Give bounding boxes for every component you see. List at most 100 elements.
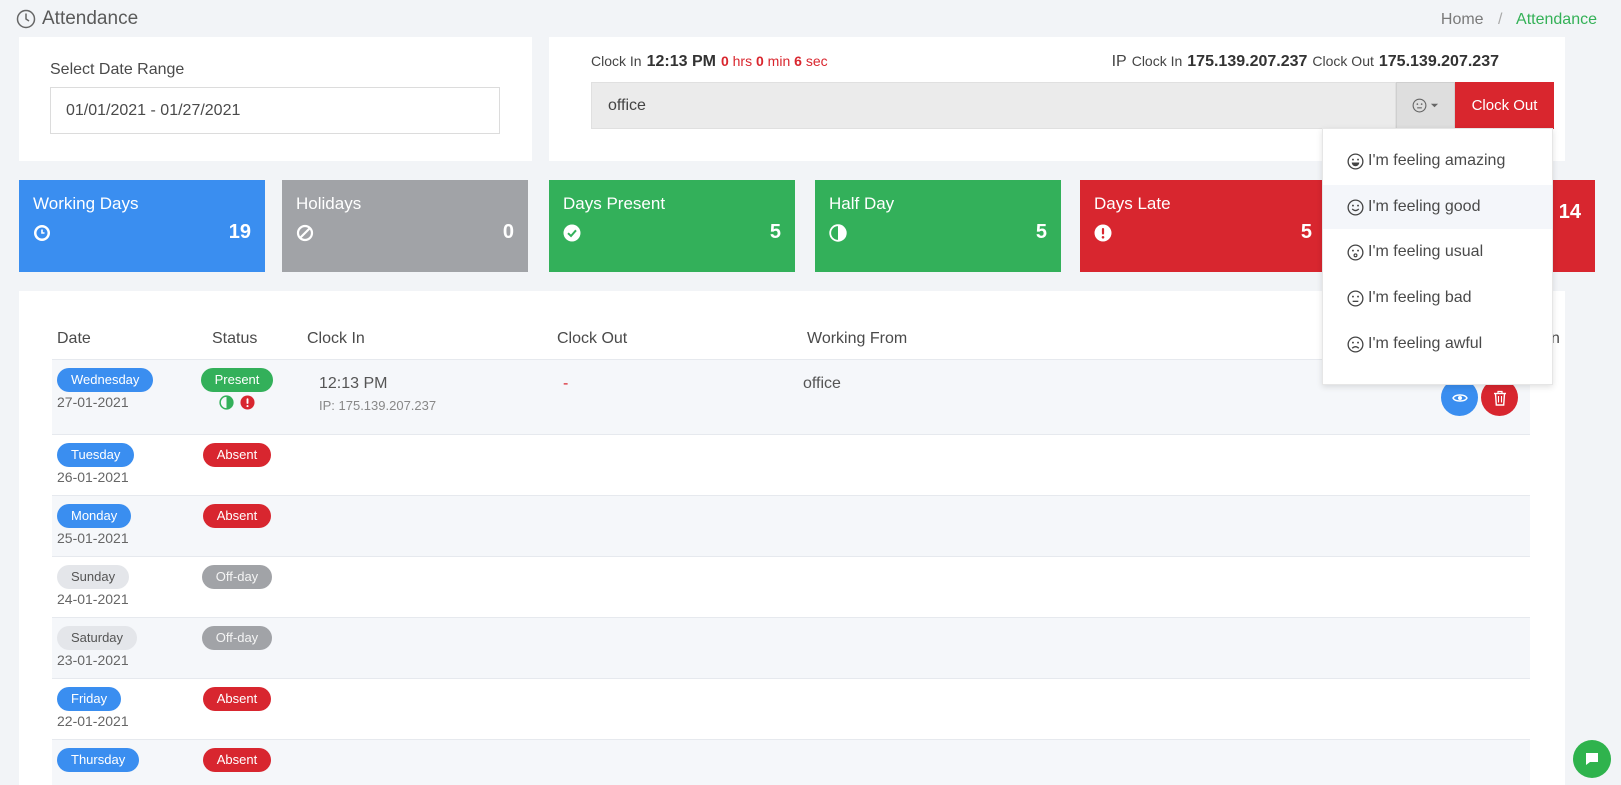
mood-dropdown-button[interactable] <box>1396 82 1455 129</box>
status-cell: Off-day <box>193 565 281 589</box>
elapsed-min-label: min <box>767 53 791 69</box>
neutral-face-icon <box>1412 98 1427 113</box>
date-text: 23-01-2021 <box>57 652 129 668</box>
stat-value: 19 <box>228 221 251 243</box>
page-title: Attendance <box>16 8 138 30</box>
date-cell: Friday 22-01-2021 <box>57 687 129 729</box>
clock-in-time: 12:13 PM <box>646 53 716 70</box>
exclamation-circle-icon <box>240 395 255 410</box>
mood-option-bad[interactable]: I'm feeling bad <box>1323 276 1552 320</box>
date-text: 22-01-2021 <box>57 713 129 729</box>
day-badge: Sunday <box>57 565 130 589</box>
top-bar: Attendance Home / Attendance <box>16 8 1597 34</box>
header-clock-in[interactable]: Clock In <box>307 330 365 348</box>
status-cell: Absent <box>197 748 277 772</box>
table-row: Monday 25-01-2021 Absent <box>52 495 1530 556</box>
header-working-from[interactable]: Working From <box>807 330 907 348</box>
mood-option-label: I'm feeling good <box>1368 198 1481 215</box>
header-status[interactable]: Status <box>212 330 257 348</box>
stat-working-days: Working Days 19 <box>19 180 265 272</box>
stat-title: Half Day <box>829 194 895 213</box>
stat-half-day: Half Day 5 <box>815 180 1061 272</box>
elapsed-sec-label: sec <box>805 53 828 69</box>
clock-in-label: Clock In <box>591 53 642 69</box>
chat-button[interactable] <box>1573 740 1611 778</box>
status-cell: Absent <box>197 687 277 711</box>
table-row: Thursday Absent <box>52 739 1530 785</box>
mood-option-good[interactable]: I'm feeling good <box>1323 185 1552 229</box>
status-badge: Absent <box>202 443 272 467</box>
date-range-card: Select Date Range 01/01/2021 - 01/27/202… <box>19 37 532 161</box>
stat-title: Holidays <box>296 194 362 213</box>
elapsed-sec: 6 <box>794 53 802 69</box>
stat-title: Working Days <box>33 194 139 213</box>
status-badge: Off-day <box>201 626 273 650</box>
working-from-cell: office <box>803 375 841 392</box>
date-cell: Sunday 24-01-2021 <box>57 565 130 607</box>
header-date[interactable]: Date <box>57 330 91 348</box>
working-from-input[interactable]: office <box>591 82 1396 129</box>
table-row: Friday 22-01-2021 Absent <box>52 678 1530 739</box>
trash-icon <box>1493 390 1506 406</box>
breadcrumb-separator: / <box>1498 11 1503 28</box>
status-badge: Absent <box>202 504 272 528</box>
elapsed-hrs-label: hrs <box>732 53 753 69</box>
smile-icon <box>1347 198 1364 216</box>
table-row: Tuesday 26-01-2021 Absent <box>52 434 1530 495</box>
check-circle-icon <box>563 224 581 241</box>
stat-value: 14 <box>1558 201 1581 223</box>
ip-clock-in: 175.139.207.237 <box>1187 53 1308 70</box>
day-badge: Thursday <box>57 748 140 772</box>
header-clock-out[interactable]: Clock Out <box>557 330 627 348</box>
day-badge: Monday <box>57 504 132 528</box>
date-cell: Monday 25-01-2021 <box>57 504 132 546</box>
frown-icon <box>1347 289 1364 307</box>
status-badge: Off-day <box>201 565 273 589</box>
mood-option-awful[interactable]: I'm feeling awful <box>1323 322 1552 366</box>
date-text: 25-01-2021 <box>57 530 129 546</box>
stat-holidays: Holidays 0 <box>282 180 528 272</box>
ip-label: IP <box>1111 53 1127 70</box>
mood-option-label: I'm feeling awful <box>1368 335 1483 352</box>
day-badge: Friday <box>57 687 122 711</box>
table-row: Saturday 23-01-2021 Off-day <box>52 617 1530 678</box>
clock-out-cell: - <box>563 375 569 392</box>
stat-value: 5 <box>1300 221 1312 243</box>
stat-title: Days Late <box>1094 194 1171 213</box>
clock-out-button[interactable]: Clock Out <box>1455 82 1554 129</box>
stat-value: 5 <box>769 221 781 243</box>
date-range-input[interactable]: 01/01/2021 - 01/27/2021 <box>50 87 500 134</box>
clock-icon <box>16 9 36 29</box>
clock-in-cell: 12:13 PM IP: 175.139.207.237 <box>319 375 436 413</box>
date-cell: Wednesday 27-01-2021 <box>57 368 154 410</box>
date-text: 26-01-2021 <box>57 469 129 485</box>
eye-icon <box>1451 393 1468 402</box>
stat-value: 0 <box>502 221 514 243</box>
half-circle-icon <box>829 223 847 242</box>
grin-icon <box>1347 152 1364 170</box>
half-circle-icon <box>219 395 234 410</box>
date-cell: Saturday 23-01-2021 <box>57 626 138 668</box>
status-cell: Off-day <box>193 626 281 650</box>
stat-title: Days Present <box>563 194 666 213</box>
status-cell: Present <box>197 368 277 410</box>
status-badge: Absent <box>202 748 272 772</box>
status-cell: Absent <box>197 504 277 528</box>
date-range-label: Select Date Range <box>50 61 185 78</box>
status-badge: Absent <box>202 687 272 711</box>
day-badge: Wednesday <box>57 368 154 392</box>
mood-option-usual[interactable]: I'm feeling usual <box>1323 230 1552 274</box>
clock-icon <box>34 224 50 241</box>
table-row: Sunday 24-01-2021 Off-day <box>52 556 1530 617</box>
elapsed-min: 0 <box>755 53 764 69</box>
status-cell: Absent <box>197 443 277 467</box>
elapsed-hrs: 0 <box>720 53 729 69</box>
date-text: 27-01-2021 <box>57 394 129 410</box>
page-title-text: Attendance <box>42 8 139 29</box>
breadcrumb-home[interactable]: Home <box>1441 11 1484 28</box>
stat-days-present: Days Present 5 <box>549 180 795 272</box>
clock-in-ip: IP: 175.139.207.237 <box>319 398 437 413</box>
stat-value: 5 <box>1035 221 1047 243</box>
ban-icon <box>296 224 314 241</box>
mood-option-amazing[interactable]: I'm feeling amazing <box>1323 139 1552 183</box>
